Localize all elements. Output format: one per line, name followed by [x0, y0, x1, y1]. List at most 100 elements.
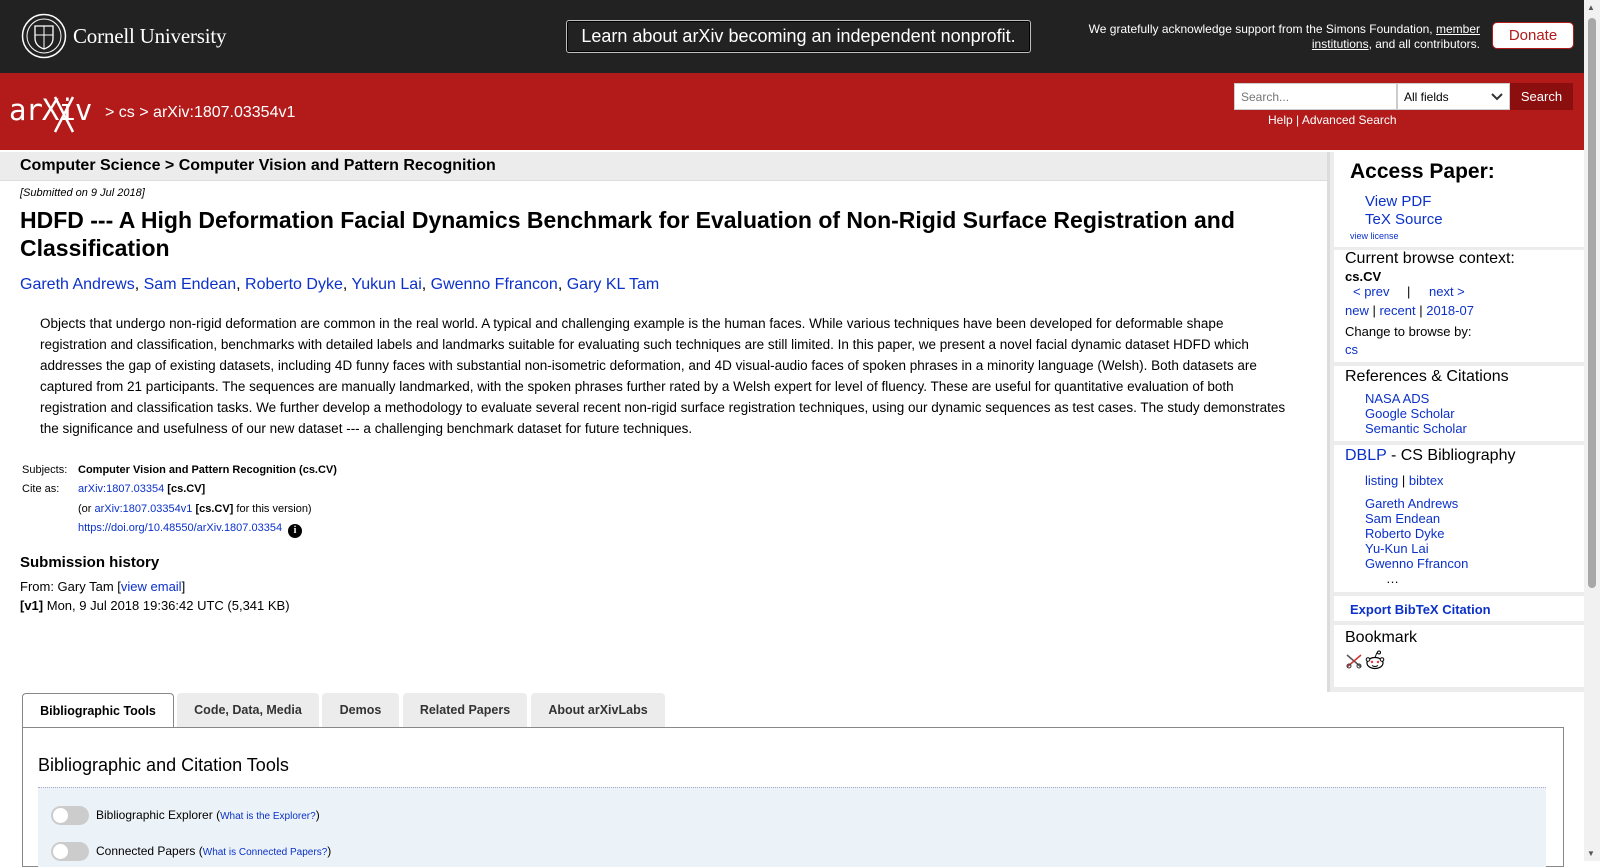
bibtex-link[interactable]: bibtex — [1409, 473, 1444, 488]
connected-papers-help-link[interactable]: What is Connected Papers? — [203, 847, 328, 858]
tab-code-data-media[interactable]: Code, Data, Media — [177, 693, 319, 727]
breadcrumb: > cs > arXiv:1807.03354v1 — [105, 104, 296, 121]
subjects-value: Computer Vision and Pattern Recognition … — [78, 464, 337, 476]
donate-button[interactable]: Donate — [1492, 22, 1574, 49]
university-name: Cornell University — [73, 23, 227, 48]
announcement-banner[interactable]: Learn about arXiv becoming an independen… — [566, 20, 1031, 53]
dblp-author-link[interactable]: Gwenno Ffrancon — [1365, 556, 1468, 571]
cornell-seal-icon — [21, 13, 67, 59]
dblp-box: DBLP - CS Bibliography listing | bibtex … — [1334, 445, 1587, 592]
subject-header: Computer Science > Computer Vision and P… — [20, 157, 496, 174]
browse-context-title: Current browse context: — [1345, 250, 1515, 267]
reddit-icon[interactable] — [1365, 650, 1385, 670]
submission-history-title: Submission history — [20, 554, 160, 571]
scrollbar-thumb[interactable] — [1588, 18, 1596, 588]
sidebar: Access Paper: View PDF TeX Source view l… — [1327, 152, 1587, 692]
view-email-link[interactable]: view email — [121, 579, 182, 594]
dblp-author-link[interactable]: Roberto Dyke — [1365, 526, 1444, 541]
semantic-scholar-link[interactable]: Semantic Scholar — [1365, 421, 1467, 436]
more-authors-ellipsis: … — [1386, 571, 1399, 586]
export-bibtex-link[interactable]: Export BibTeX Citation — [1350, 602, 1491, 617]
explorer-help-link[interactable]: What is the Explorer? — [220, 811, 316, 822]
member-link[interactable]: member — [1436, 22, 1480, 36]
tex-source-link[interactable]: TeX Source — [1365, 211, 1443, 228]
author-link[interactable]: Gareth Andrews — [20, 276, 135, 293]
next-link[interactable]: next > — [1429, 284, 1465, 299]
cite-id-link[interactable]: arXiv:1807.03354 — [78, 483, 164, 495]
scroll-down-arrow-icon[interactable]: ▼ — [1587, 849, 1595, 858]
dblp-link[interactable]: DBLP — [1345, 447, 1387, 464]
google-scholar-link[interactable]: Google Scholar — [1365, 406, 1455, 421]
author-link[interactable]: Yukun Lai — [351, 276, 421, 293]
prev-link[interactable]: < prev — [1353, 284, 1390, 299]
browse-context-box: Current browse context: cs.CV < prev | n… — [1334, 250, 1587, 362]
dblp-author-link[interactable]: Yu-Kun Lai — [1365, 541, 1429, 556]
author-link[interactable]: Gwenno Ffrancon — [431, 276, 558, 293]
nasa-ads-link[interactable]: NASA ADS — [1365, 391, 1429, 406]
change-browse-label: Change to browse by: — [1345, 324, 1472, 339]
explorer-toggle[interactable] — [51, 806, 89, 825]
tab-about-arxivlabs[interactable]: About arXivLabs — [531, 693, 665, 727]
subjects-label: Subjects: — [22, 464, 68, 476]
cornell-logo[interactable]: Cornell University — [21, 13, 226, 59]
submitted-date: [Submitted on 9 Jul 2018] — [20, 187, 145, 199]
arxiv-logo[interactable]: arXiv — [9, 92, 101, 139]
author-link[interactable]: Roberto Dyke — [245, 276, 343, 293]
version-label: [v1] — [20, 598, 44, 613]
author-link[interactable]: Sam Endean — [144, 276, 237, 293]
acknowledgement-text: We gratefully acknowledge support from t… — [1088, 22, 1480, 51]
new-link[interactable]: new — [1345, 303, 1369, 318]
bookmark-box: Bookmark — [1334, 625, 1587, 687]
paper-title: HDFD --- A High Deformation Facial Dynam… — [20, 207, 1235, 261]
breadcrumb-cs[interactable]: cs — [119, 104, 135, 121]
tab-demos[interactable]: Demos — [322, 693, 399, 727]
search-button[interactable]: Search — [1510, 83, 1573, 110]
abstract: Objects that undergo non-rigid deformati… — [40, 316, 1286, 436]
export-box: Export BibTeX Citation — [1334, 596, 1587, 621]
browse-period-links: new | recent | 2018-07 — [1345, 303, 1474, 318]
bib-tools-heading: Bibliographic and Citation Tools — [38, 755, 289, 775]
cite-version-link[interactable]: arXiv:1807.03354v1 — [95, 503, 193, 515]
arxiv-logo-icon: arXiv — [9, 93, 93, 133]
connected-papers-label: Connected Papers (What is Connected Pape… — [96, 844, 332, 858]
institutions-link[interactable]: institutions — [1312, 37, 1369, 51]
help-links: Help | Advanced Search — [1268, 113, 1397, 127]
scroll-up-arrow-icon[interactable]: ▲ — [1587, 3, 1595, 12]
subject-header-bar: Computer Science > Computer Vision and P… — [0, 152, 1327, 181]
tab-bibliographic-tools[interactable]: Bibliographic Tools — [22, 693, 174, 728]
view-pdf-link[interactable]: View PDF — [1365, 193, 1431, 210]
tab-related-papers[interactable]: Related Papers — [403, 693, 527, 727]
author-link[interactable]: Gary KL Tam — [567, 276, 659, 293]
explorer-label: Bibliographic Explorer (What is the Expl… — [96, 808, 320, 822]
view-license-link[interactable]: view license — [1350, 231, 1399, 241]
browse-cs-link[interactable]: cs — [1345, 342, 1358, 357]
arxiv-logo-text: arXiv — [9, 93, 92, 127]
connected-papers-toggle[interactable] — [51, 842, 89, 861]
bookmark-title: Bookmark — [1345, 629, 1418, 646]
help-link[interactable]: Help — [1268, 113, 1293, 127]
doi-link[interactable]: https://doi.org/10.48550/arXiv.1807.0335… — [78, 522, 282, 534]
dblp-format-links: listing | bibtex — [1365, 473, 1444, 488]
search-field-select[interactable]: All fields — [1397, 83, 1510, 110]
access-paper-title: Access Paper: — [1350, 160, 1495, 183]
author-list: Gareth Andrews, Sam Endean, Roberto Dyke… — [20, 276, 660, 293]
bib-tools-area: Bibliographic Explorer (What is the Expl… — [38, 787, 1546, 867]
month-link[interactable]: 2018-07 — [1426, 303, 1474, 318]
dblp-author-link[interactable]: Sam Endean — [1365, 511, 1440, 526]
chevron-down-icon — [1491, 92, 1503, 100]
search-input[interactable]: Search... — [1234, 83, 1397, 110]
browse-category: cs.CV — [1345, 269, 1382, 284]
listing-link[interactable]: listing — [1365, 473, 1398, 488]
references-title: References & Citations — [1345, 368, 1509, 385]
references-box: References & Citations NASA ADS Google S… — [1334, 366, 1587, 441]
dblp-title: DBLP - CS Bibliography — [1345, 447, 1516, 464]
access-paper-box: Access Paper: View PDF TeX Source view l… — [1334, 152, 1587, 247]
advanced-search-link[interactable]: Advanced Search — [1302, 113, 1397, 127]
breadcrumb-paper-id: arXiv:1807.03354v1 — [153, 104, 296, 121]
dblp-author-link[interactable]: Gareth Andrews — [1365, 496, 1458, 511]
recent-link[interactable]: recent — [1379, 303, 1415, 318]
info-icon[interactable]: i — [288, 524, 303, 538]
bibsonomy-icon[interactable] — [1345, 652, 1363, 670]
cite-label: Cite as: — [22, 483, 60, 495]
submitter-line: From: Gary Tam [view email] — [20, 579, 186, 594]
